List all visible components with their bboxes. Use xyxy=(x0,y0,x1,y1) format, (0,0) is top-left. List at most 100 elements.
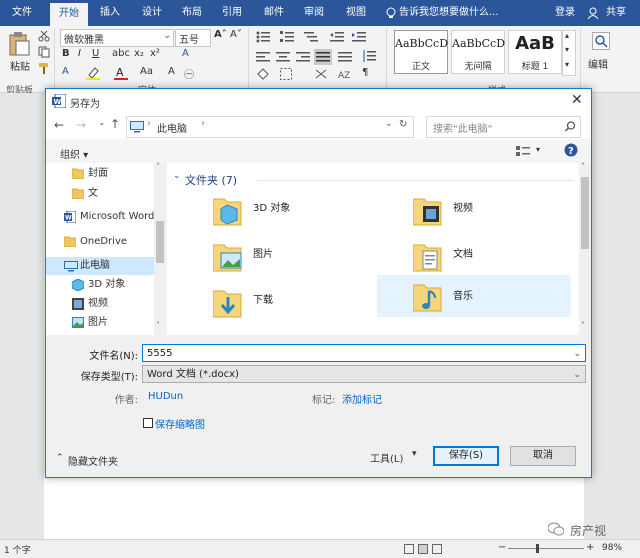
nav-item-this-pc[interactable]: 此电脑 xyxy=(46,257,154,275)
format-painter-icon[interactable] xyxy=(38,62,50,77)
tools-button[interactable]: 工具(L) xyxy=(370,450,403,465)
save-button[interactable]: 保存(S) xyxy=(433,446,499,466)
tab-design[interactable]: 设计 xyxy=(134,0,170,26)
folder-pictures[interactable]: 图片 xyxy=(207,237,387,281)
chevron-down-icon[interactable]: ▾ xyxy=(536,145,540,154)
nav-item-cover[interactable]: 封面 xyxy=(46,165,154,183)
chevron-down-icon[interactable]: ⌄ xyxy=(573,366,581,384)
enclosed-char-icon[interactable]: ㊀ xyxy=(184,66,194,81)
text-effects-icon[interactable]: A xyxy=(62,66,69,77)
zoom-out-button[interactable]: − xyxy=(498,542,506,553)
tab-home[interactable]: 开始 xyxy=(50,3,88,26)
justify-icon[interactable] xyxy=(314,49,332,65)
tab-references[interactable]: 引用 xyxy=(214,0,250,26)
font-size-select[interactable]: 五号 xyxy=(175,29,211,47)
sort-icon[interactable]: AZ xyxy=(338,68,352,83)
shading-icon[interactable] xyxy=(256,68,270,83)
borders-icon[interactable] xyxy=(280,68,292,83)
distributed-icon[interactable] xyxy=(338,52,352,65)
zoom-in-button[interactable]: + xyxy=(586,542,594,553)
italic-icon[interactable]: I xyxy=(78,48,81,59)
paste-icon[interactable] xyxy=(8,32,30,59)
scrollbar-thumb[interactable] xyxy=(156,221,164,263)
folder-downloads[interactable]: 下载 xyxy=(207,283,387,327)
tab-mailings[interactable]: 邮件 xyxy=(256,0,292,26)
increase-indent-icon[interactable] xyxy=(352,31,366,46)
subscript-icon[interactable]: x₂ xyxy=(134,48,144,59)
view-options-icon[interactable] xyxy=(516,146,530,159)
help-icon[interactable]: ? xyxy=(564,143,578,160)
search-input[interactable]: 搜索"此电脑" xyxy=(426,116,581,138)
zoom-slider[interactable] xyxy=(508,548,584,549)
tools-dropdown-icon[interactable]: ▾ xyxy=(412,449,417,459)
recent-locations-icon[interactable]: ⌄ xyxy=(98,118,106,128)
styles-scroll[interactable]: ▴ ▾ ▾ xyxy=(562,30,576,76)
nav-item-wen[interactable]: 文 xyxy=(46,185,154,203)
chevron-down-icon[interactable]: ˅ xyxy=(581,321,585,330)
nav-item-videos[interactable]: 视频 xyxy=(46,295,154,313)
nav-item-3d-objects[interactable]: 3D 对象 xyxy=(46,276,154,294)
search-icon[interactable] xyxy=(565,121,576,135)
multilevel-list-icon[interactable] xyxy=(304,31,318,46)
share-button[interactable]: 共享 xyxy=(600,0,632,26)
close-icon[interactable]: ✕ xyxy=(571,92,583,108)
font-name-select[interactable]: 微软雅黑 ⌄ xyxy=(60,29,174,47)
edit-label[interactable]: 编辑 xyxy=(588,56,608,71)
decrease-indent-icon[interactable] xyxy=(330,31,344,46)
web-layout-icon[interactable] xyxy=(432,544,442,557)
tab-review[interactable]: 审阅 xyxy=(296,0,332,26)
scrollbar-thumb[interactable] xyxy=(581,177,589,249)
change-case-icon[interactable]: Aa xyxy=(140,66,153,77)
bullets-icon[interactable] xyxy=(256,31,270,46)
tab-insert[interactable]: 插入 xyxy=(92,0,128,26)
section-header[interactable]: 文件夹 (7) xyxy=(185,172,237,188)
highlight-icon[interactable] xyxy=(86,66,100,83)
cancel-button[interactable]: 取消 xyxy=(510,446,576,466)
nav-item-microsoft-word[interactable]: W Microsoft Word xyxy=(46,208,154,226)
chevron-up-icon[interactable]: ˄ xyxy=(156,162,160,171)
tell-me-box[interactable]: 告诉我您想要做什么... xyxy=(399,0,499,26)
paragraph-mark-icon[interactable]: ¶ xyxy=(362,67,368,78)
folder-music[interactable]: 音乐 xyxy=(377,275,571,317)
refresh-icon[interactable]: ↻ xyxy=(399,119,407,130)
organize-button[interactable]: 组织 ▾ xyxy=(60,146,88,161)
chevron-down-icon[interactable]: ⌄ xyxy=(173,171,181,181)
bold-icon[interactable]: B xyxy=(62,48,70,59)
char-shading-icon[interactable]: A xyxy=(168,66,175,77)
font-color-icon[interactable]: A xyxy=(114,66,128,83)
forward-arrow-icon[interactable]: → xyxy=(76,118,86,132)
superscript-icon[interactable]: x² xyxy=(150,48,160,59)
zoom-level[interactable]: 98% xyxy=(602,543,622,553)
filetype-select[interactable]: Word 文档 (*.docx) ⌄ xyxy=(142,365,586,383)
find-icon[interactable] xyxy=(592,32,610,53)
tab-file[interactable]: 文件 xyxy=(0,0,44,26)
style-normal[interactable]: AaBbCcD 正文 xyxy=(394,30,448,74)
chinese-layout-icon[interactable] xyxy=(314,68,328,83)
word-count[interactable]: 1 个字 xyxy=(4,543,31,556)
strikethrough-icon[interactable]: abc xyxy=(112,48,130,59)
navigation-scrollbar[interactable]: ˄ ˅ xyxy=(154,162,166,335)
nav-item-onedrive[interactable]: OneDrive xyxy=(46,233,154,251)
print-layout-icon[interactable] xyxy=(418,544,428,557)
chevron-up-icon[interactable]: ˄ xyxy=(581,162,585,171)
clear-format-icon[interactable]: A xyxy=(182,48,189,59)
tab-layout[interactable]: 布局 xyxy=(174,0,210,26)
cut-icon[interactable] xyxy=(38,30,50,45)
read-mode-icon[interactable] xyxy=(404,544,414,557)
hide-folders-button[interactable]: 隐藏文件夹 xyxy=(68,453,118,468)
style-heading-1[interactable]: AaB 标题 1 xyxy=(508,30,562,74)
address-bar[interactable]: › 此电脑 › ⌄ ↻ xyxy=(126,116,414,138)
align-left-icon[interactable] xyxy=(256,52,270,65)
chevron-down-icon[interactable]: ⌄ xyxy=(385,119,393,129)
tags-value[interactable]: 添加标记 xyxy=(342,391,382,406)
underline-icon[interactable]: U xyxy=(92,48,99,59)
filename-input[interactable]: 5555 ⌄ xyxy=(142,344,586,362)
numbering-icon[interactable] xyxy=(280,31,294,46)
chevron-up-icon[interactable]: ⌃ xyxy=(56,453,64,463)
nav-item-pictures[interactable]: 图片 xyxy=(46,314,154,332)
tab-view[interactable]: 视图 xyxy=(338,0,374,26)
thumbnail-label[interactable]: 保存缩略图 xyxy=(155,416,205,431)
folder-videos[interactable]: 视频 xyxy=(407,191,587,235)
author-value[interactable]: HUDun xyxy=(148,391,183,402)
grow-font-icon[interactable]: A˄ xyxy=(214,29,227,40)
